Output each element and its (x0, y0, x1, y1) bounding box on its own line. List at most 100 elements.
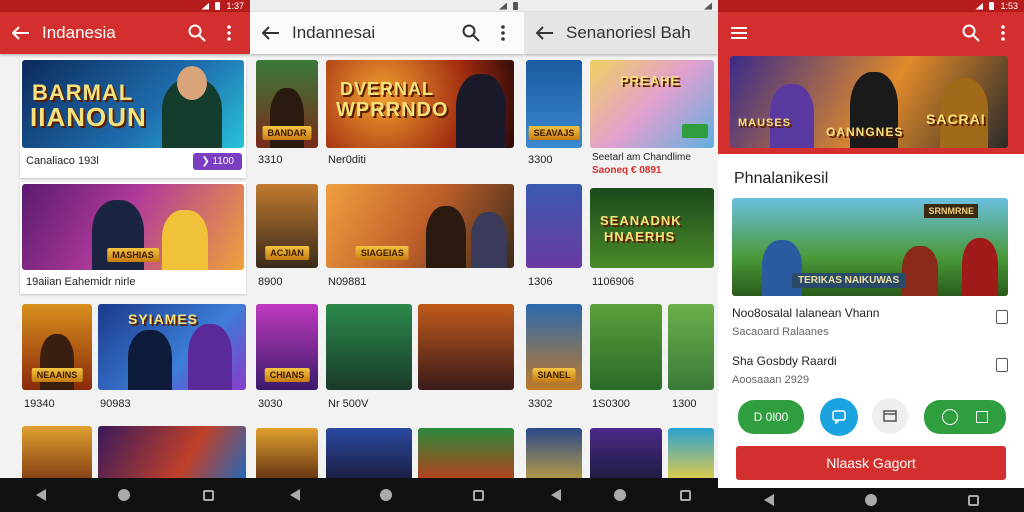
nav-recents-icon[interactable] (202, 489, 214, 501)
battery-icon (989, 2, 995, 10)
hero-banner[interactable]: BARMAL IIANOUN (22, 60, 244, 148)
signal-icon (704, 2, 712, 10)
back-arrow-icon[interactable] (260, 22, 282, 44)
search-icon[interactable] (960, 22, 982, 44)
action-pill-left[interactable]: D 0l00 (738, 400, 804, 434)
game-tile-4[interactable]: SYIAMES (98, 304, 246, 390)
tile-caption: 3300 (528, 154, 553, 166)
tile-plate: CHIANS (264, 368, 310, 382)
more-vert-icon[interactable] (492, 22, 514, 44)
mid-title-1: SEANADNK (600, 213, 682, 228)
cta-button[interactable]: Nlaask Gagort (736, 446, 1006, 480)
status-bar: 1:37 (0, 0, 250, 12)
chat-icon[interactable] (820, 398, 858, 436)
back-arrow-icon[interactable] (534, 22, 556, 44)
mid-caption: 1106906 (592, 276, 635, 288)
hero-plate-1: MAUSES (738, 117, 792, 129)
bottom-tile-2[interactable] (668, 304, 714, 390)
status-bar (524, 0, 718, 12)
featured-banner[interactable]: SRNMRNE TERIKAS NAIKUWAS (732, 198, 1008, 296)
left-tile-3[interactable]: SIANEL (526, 304, 582, 390)
section-title: Phnalanikesil (734, 170, 829, 187)
list-item-subtitle: Aoosaaan 2929 (732, 374, 810, 386)
signal-icon (975, 2, 984, 10)
bottom-caption: Nr 500V (328, 398, 369, 410)
left-tile-2[interactable]: ACJIAN (256, 184, 318, 268)
status-time: 1:37 (226, 1, 244, 11)
more-vert-icon[interactable] (218, 22, 240, 44)
row4-tile-1[interactable] (256, 428, 318, 484)
search-icon[interactable] (186, 22, 208, 44)
page-title: Indannesai (292, 23, 376, 42)
status-bar: 1:53 (718, 0, 1024, 12)
status-bar (250, 0, 524, 12)
mid-banner[interactable]: SEANADNK HNAERHS (590, 188, 714, 268)
search-icon[interactable] (460, 22, 482, 44)
screen-icon[interactable] (872, 398, 908, 434)
row4-tile-3[interactable] (418, 428, 514, 484)
hero-strip: MAUSES OANNGNES SACRAI (718, 54, 1024, 154)
hero-card[interactable]: BARMAL IIANOUN Canaliaco 193l ❯ 1100 (20, 58, 246, 178)
tile-caption: 90983 (100, 398, 131, 410)
menu-icon[interactable] (728, 22, 750, 44)
row4-tile-2[interactable] (326, 428, 412, 484)
hero-banner[interactable]: MAUSES OANNGNES SACRAI (730, 56, 1008, 148)
hero-badge[interactable]: ❯ 1100 (193, 153, 242, 170)
system-nav-bar (524, 478, 718, 512)
bottom-tile-1[interactable] (326, 304, 412, 390)
nav-recents-icon[interactable] (967, 494, 979, 506)
game-tile-3[interactable]: NEAAINS (22, 304, 92, 390)
game-tile-5[interactable] (22, 426, 92, 486)
nav-back-icon[interactable] (550, 489, 561, 501)
character (962, 238, 998, 296)
left-tile-1[interactable]: SEAVAJS (526, 60, 582, 148)
left-tile-2[interactable] (526, 184, 582, 268)
back-arrow-icon[interactable] (10, 22, 32, 44)
character (426, 206, 466, 268)
nav-back-icon[interactable] (290, 489, 301, 501)
character (902, 246, 938, 296)
nav-home-icon[interactable] (380, 489, 393, 501)
nav-recents-icon[interactable] (680, 489, 692, 501)
row4-tile-1[interactable] (526, 428, 582, 484)
battery-icon (513, 2, 518, 10)
nav-recents-icon[interactable] (472, 489, 484, 501)
grid-icon[interactable] (976, 411, 988, 423)
app-bar: Senanoriesl Bah (524, 12, 718, 54)
game-tile-6[interactable] (98, 426, 246, 486)
bottom-tile-1[interactable] (590, 304, 662, 390)
tile-caption: 3030 (258, 398, 283, 410)
game-card-2[interactable]: MASHIAS 19aiian Eahemidr nirle (20, 182, 246, 294)
play-badge[interactable] (682, 124, 708, 138)
bottom-tile-2[interactable] (418, 304, 514, 390)
globe-icon[interactable] (942, 409, 958, 425)
bookmark-icon[interactable] (996, 358, 1008, 372)
tile-plate: BANDAR (262, 126, 312, 140)
hero-banner[interactable]: DVERNAL WPRRNDO (326, 60, 514, 148)
left-tile-1[interactable]: BANDAR (256, 60, 318, 148)
nav-back-icon[interactable] (763, 494, 774, 506)
character (162, 210, 208, 270)
more-vert-icon[interactable] (992, 22, 1014, 44)
game-banner-2[interactable]: MASHIAS (22, 184, 244, 270)
list-item[interactable]: Sha Gosbdy Raardi Aoosaaan 2929 (732, 354, 1008, 398)
nav-back-icon[interactable] (36, 489, 47, 501)
left-tile-3[interactable]: CHIANS (256, 304, 318, 390)
list-item-title: Sha Gosbdy Raardi (732, 354, 837, 368)
mid-title-2: HNAERHS (604, 229, 676, 244)
row4-tile-2[interactable] (590, 428, 662, 484)
system-nav-bar (0, 478, 250, 512)
row4-tile-3[interactable] (668, 428, 714, 484)
nav-home-icon[interactable] (118, 489, 131, 501)
bookmark-icon[interactable] (996, 310, 1008, 324)
nav-home-icon[interactable] (614, 489, 627, 501)
feature-tile[interactable]: PREAHE (590, 60, 714, 148)
panel-3: Senanoriesl Bah SEAVAJS 3300 PREAHE Seet… (524, 0, 718, 512)
action-pill-right[interactable] (924, 400, 1006, 434)
signal-icon (499, 2, 507, 10)
nav-home-icon[interactable] (864, 494, 877, 506)
list-item[interactable]: Noo8osalal Ialanean Vhann Sacaoard Ralaa… (732, 306, 1008, 350)
tile-plate: SEAVAJS (528, 126, 580, 140)
mid-banner[interactable]: SIAGEIAS (326, 184, 514, 268)
battery-icon (215, 2, 221, 10)
